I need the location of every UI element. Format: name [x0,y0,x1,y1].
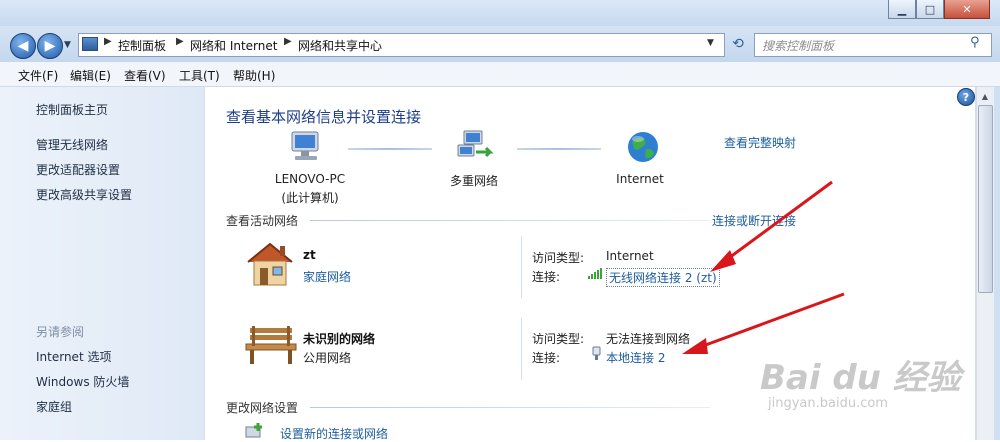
home-network-icon[interactable] [244,240,296,288]
setup-connection-icon[interactable] [244,421,266,440]
sidebar-item-manage-wireless[interactable]: 管理无线网络 [36,136,108,153]
section-divider [310,407,710,408]
network-divider [521,318,522,380]
sidebar-item-windows-firewall[interactable]: Windows 防火墙 [36,373,129,390]
access-type-label: 访问类型: [532,332,585,346]
network-type-link[interactable]: 家庭网络 [303,268,351,285]
map-node-pc-name: LENOVO-PC [274,172,346,186]
access-type-label: 访问类型: [532,251,585,265]
computer-icon[interactable] [288,130,324,164]
help-icon[interactable]: ? [957,88,975,106]
connection-label: 连接: [532,351,561,365]
section-title-change-settings: 更改网络设置 [226,401,299,415]
menu-view[interactable]: 查看(V) [124,67,166,84]
window-controls: ▁ □ ✕ [888,0,990,20]
menu-tools[interactable]: 工具(T) [179,67,220,84]
close-button[interactable]: ✕ [944,0,990,19]
connection-label: 连接: [532,270,561,284]
multiple-networks-icon[interactable] [456,130,496,164]
section-title-active-networks: 查看活动网络 [226,214,299,228]
ethernet-plug-icon [592,346,601,360]
local-connection-link[interactable]: 本地连接 2 [606,349,665,366]
address-dropdown-icon[interactable]: ▼ [707,38,714,48]
sidebar-item-advanced-sharing[interactable]: 更改高级共享设置 [36,186,132,203]
map-node-multiple-networks: 多重网络 [449,174,498,188]
watermark-url: jingyan.baidu.com [768,396,888,411]
sidebar-item-control-panel-home[interactable]: 控制面板主页 [36,101,108,118]
minimize-button[interactable]: ▁ [888,0,916,19]
control-panel-icon [82,37,98,51]
internet-globe-icon[interactable] [626,130,660,164]
watermark-brand: Bai du 经验 [760,358,961,398]
network-divider [521,236,522,298]
map-connector [348,148,432,150]
menu-file[interactable]: 文件(F) [18,67,58,84]
breadcrumb-item-control-panel[interactable]: 控制面板 [118,37,166,54]
scroll-up-icon[interactable]: ▲ [978,89,992,103]
network-type: 公用网络 [303,351,352,365]
sidebar-item-change-adapter[interactable]: 更改适配器设置 [36,161,120,178]
forward-button[interactable]: ▶ [37,33,63,59]
map-node-pc-sub: (此计算机) [281,191,339,205]
wireless-signal-icon [588,268,602,279]
breadcrumb-item-network-sharing-center[interactable]: 网络和共享中心 [298,37,382,54]
map-node-internet: Internet [616,172,664,186]
annotation-arrow [710,180,833,272]
sidebar-item-internet-options[interactable]: Internet 选项 [36,348,111,365]
page-title: 查看基本网络信息并设置连接 [226,108,422,126]
network-name: zt [303,248,316,262]
recent-pages-dropdown-icon[interactable]: ▼ [64,40,71,50]
search-icon[interactable]: ⚲ [970,35,980,50]
search-placeholder: 搜索控制面板 [762,39,835,53]
public-network-bench-icon[interactable] [244,324,298,366]
setup-new-connection-link[interactable]: 设置新的连接或网络 [280,425,388,442]
network-name: 未识别的网络 [303,332,376,346]
breadcrumb-separator-icon[interactable]: ▶ [176,36,184,47]
title-bar [0,0,1000,26]
scrollbar-thumb[interactable] [978,105,993,293]
section-divider [310,220,710,221]
breadcrumb-item-network-internet[interactable]: 网络和 Internet [190,37,277,54]
refresh-icon[interactable]: ⟲ [728,34,748,54]
menu-help[interactable]: 帮助(H) [233,67,275,84]
see-full-map-link[interactable]: 查看完整映射 [724,134,796,151]
see-also-title: 另请参阅 [36,325,85,339]
breadcrumb-separator-icon[interactable]: ▶ [104,36,112,47]
access-type-value: Internet [606,249,654,263]
sidebar-item-homegroup[interactable]: 家庭组 [36,398,72,415]
breadcrumb-separator-icon[interactable]: ▶ [284,36,292,47]
menu-edit[interactable]: 编辑(E) [70,67,111,84]
map-connector [517,148,601,150]
back-button[interactable]: ◀ [10,33,36,59]
maximize-button[interactable]: □ [916,0,944,19]
